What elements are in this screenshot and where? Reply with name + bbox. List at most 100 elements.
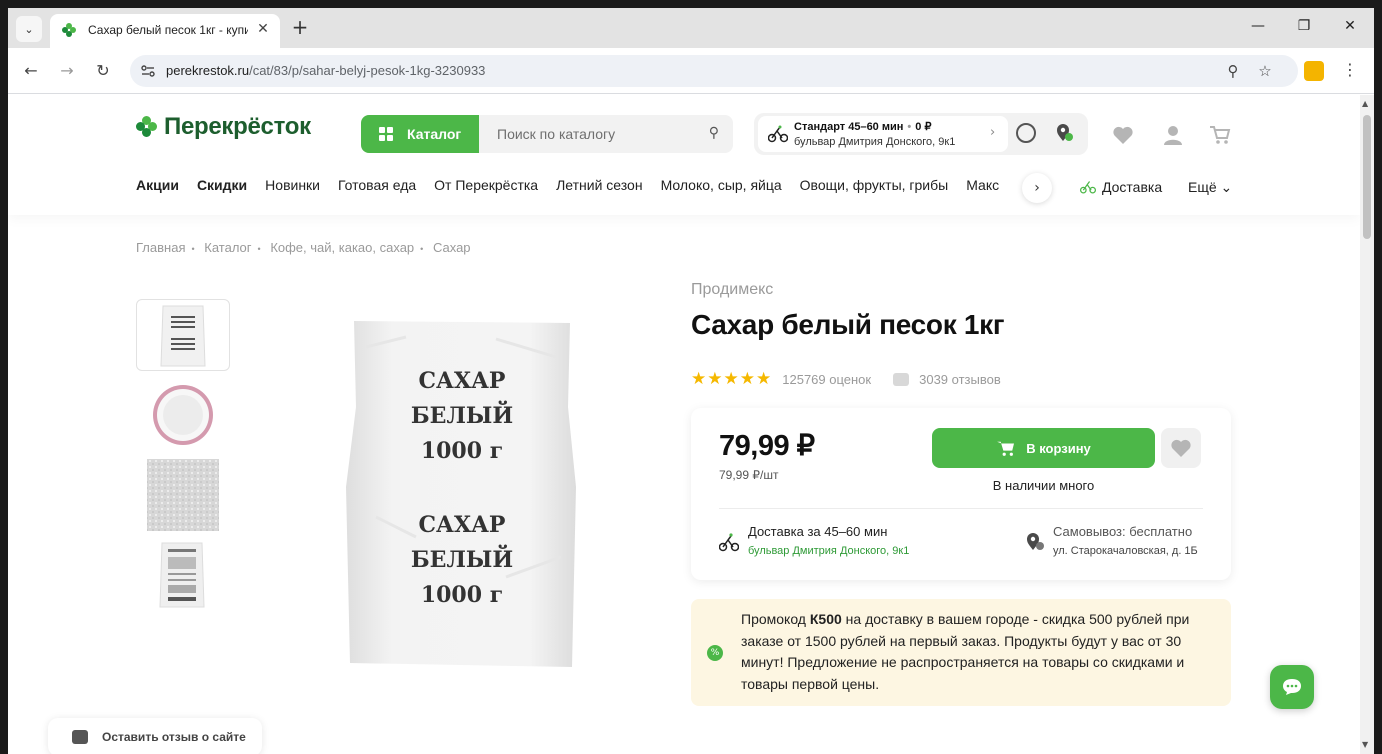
feedback-label: Оставить отзыв о сайте	[102, 730, 246, 744]
site-info-icon[interactable]	[140, 63, 156, 79]
category-nav: Акции Скидки Новинки Готовая еда От Пере…	[136, 177, 1028, 201]
add-to-cart-button[interactable]: В корзину	[932, 428, 1155, 468]
heart-icon	[1171, 439, 1191, 457]
delivery-selector[interactable]: Стандарт 45–60 мин • 0 ₽ бульвар Дмитрия Д…	[754, 113, 1088, 155]
bookmark-star-icon[interactable]: ☆	[1256, 62, 1274, 80]
star-icon: ★	[723, 369, 739, 388]
pickup-location-icon[interactable]	[1054, 123, 1074, 143]
thumbnail-package-back[interactable]	[136, 539, 230, 611]
add-to-favorites-button[interactable]	[1161, 428, 1201, 468]
minimize-button[interactable]: —	[1248, 18, 1268, 34]
courier-bike-icon	[719, 533, 739, 552]
courier-bike-icon	[768, 125, 788, 143]
forward-icon[interactable]: →	[56, 60, 78, 82]
product-rating: ★ ★ ★ ★ ★ 125769 оценок 3039 отзывов	[691, 369, 1001, 389]
nav-item-promo[interactable]: Акции	[136, 177, 179, 201]
search-icon[interactable]: ⚲	[709, 125, 719, 141]
page-scrollbar[interactable]: ▲ ▼	[1360, 95, 1374, 754]
pickup-icon	[1027, 533, 1044, 550]
product-price: 79,99 ₽	[719, 430, 815, 462]
logo-text: Перекрёсток	[164, 113, 311, 140]
cart-icon[interactable]	[1209, 125, 1231, 145]
delivery-bike-icon	[1080, 181, 1096, 194]
nav-item-vegetables[interactable]: Овощи, фрукты, грибы	[800, 177, 949, 201]
nav-item-summer[interactable]: Летний сезон	[556, 177, 642, 201]
stock-status: В наличии много	[992, 478, 1095, 493]
tab-strip: ⌄ Сахар белый песок 1кг - купит ✕ + — ❐ …	[8, 8, 1374, 48]
bag-text-line: БЕЛЫЙ	[411, 544, 513, 573]
ratings-count[interactable]: 125769 оценок	[782, 372, 871, 387]
cart-button-label: В корзину	[1026, 440, 1091, 456]
pickup-option[interactable]: Самовывоз: бесплатно ул. Старокачаловска…	[1053, 524, 1198, 557]
nav-item-discounts[interactable]: Скидки	[197, 177, 247, 201]
scroll-down-icon[interactable]: ▼	[1362, 740, 1368, 749]
search-input[interactable]	[479, 115, 699, 153]
breadcrumb: Главная • Каталог • Кофе, чай, какао, саха…	[136, 240, 471, 255]
reviews-count[interactable]: 3039 отзывов	[919, 372, 1001, 387]
site-header: Перекрёсток Каталог ⚲ Стандарт 45–60 мин…	[8, 95, 1360, 215]
browser-window: ⌄ Сахар белый песок 1кг - купит ✕ + — ❐ …	[8, 8, 1374, 754]
delivery-option-title: Доставка за 45–60 мин	[748, 524, 888, 539]
nav-item-new[interactable]: Новинки	[265, 177, 320, 201]
breadcrumb-item[interactable]: Главная	[136, 240, 185, 255]
nav-more-label: Ещё	[1188, 179, 1217, 195]
restore-button[interactable]: ❐	[1294, 18, 1314, 34]
zoom-icon[interactable]: ⚲	[1224, 62, 1242, 80]
catalog-label: Каталог	[407, 126, 462, 142]
browser-tab[interactable]: Сахар белый песок 1кг - купит ✕	[50, 14, 280, 48]
product-image[interactable]: САХАР БЕЛЫЙ 1000 г САХАР БЕЛЫЙ 1000 г	[346, 317, 578, 669]
star-icon: ★	[756, 369, 772, 388]
nav-item-ready-food[interactable]: Готовая еда	[338, 177, 416, 201]
nav-item-dairy[interactable]: Молоко, сыр, яйца	[661, 177, 782, 201]
thumbnail-bowl[interactable]	[136, 379, 230, 451]
scrollbar-thumb[interactable]	[1363, 115, 1371, 239]
tab-close-icon[interactable]: ✕	[254, 20, 272, 38]
product-thumbnails	[136, 299, 230, 619]
catalog-button[interactable]: Каталог	[361, 115, 479, 153]
scroll-up-icon[interactable]: ▲	[1362, 99, 1368, 108]
breadcrumb-item[interactable]: Сахар	[433, 240, 471, 255]
chat-icon	[1283, 679, 1301, 695]
tab-search-button[interactable]: ⌄	[16, 16, 42, 42]
search-box: ⚲	[479, 115, 733, 153]
window-close-button[interactable]: ✕	[1340, 18, 1360, 34]
chevron-down-icon: ⌄	[1220, 179, 1233, 195]
profile-icon[interactable]	[1162, 125, 1184, 145]
bag-text-line: САХАР	[419, 512, 506, 538]
browser-toolbar: ← → ↻ perekrestok.ru/cat/83/p/sahar-bely…	[8, 48, 1374, 94]
nav-item-own-brand[interactable]: От Перекрёстка	[434, 177, 538, 201]
site-logo[interactable]: Перекрёсток	[136, 113, 311, 141]
logo-clover-icon	[136, 116, 158, 138]
breadcrumb-item[interactable]: Кофе, чай, какао, сахар	[270, 240, 414, 255]
bag-text-line: 1000 г	[421, 582, 503, 608]
thumbnail-sugar-closeup[interactable]	[136, 459, 230, 531]
chat-button[interactable]	[1270, 665, 1314, 709]
divider	[719, 508, 1203, 509]
nav-scroll-right-button[interactable]: ›	[1022, 173, 1052, 203]
new-tab-button[interactable]: +	[290, 16, 310, 38]
extension-icon[interactable]	[1304, 61, 1324, 81]
address-bar[interactable]: perekrestok.ru/cat/83/p/sahar-belyj-peso…	[130, 55, 1298, 87]
thumbnail-package[interactable]	[136, 299, 230, 371]
star-icon: ★	[691, 369, 707, 388]
product-brand[interactable]: Продимекс	[691, 281, 773, 299]
delivery-option[interactable]: Доставка за 45–60 мин бульвар Дмитрия До…	[748, 524, 909, 557]
nav-delivery-link[interactable]: Доставка	[1080, 179, 1162, 195]
delivery-type: Стандарт 45–60 мин • 0 ₽	[794, 121, 932, 133]
feedback-icon	[72, 730, 88, 744]
delivery-option-address[interactable]: бульвар Дмитрия Донского, 9к1	[748, 545, 909, 557]
delivery-address: бульвар Дмитрия Донского, 9к1	[794, 136, 956, 148]
site-feedback-button[interactable]: Оставить отзыв о сайте	[48, 718, 262, 754]
breadcrumb-item[interactable]: Каталог	[204, 240, 251, 255]
browser-menu-icon[interactable]: ⋮	[1342, 60, 1358, 79]
nav-item-truncated[interactable]: Макс	[966, 177, 999, 201]
reload-icon[interactable]: ↻	[92, 60, 114, 82]
bag-text-line: БЕЛЫЙ	[411, 400, 513, 429]
favorites-heart-icon[interactable]	[1112, 125, 1134, 145]
express-delivery-icon[interactable]	[1016, 123, 1036, 143]
delivery-info[interactable]: Стандарт 45–60 мин • 0 ₽ бульвар Дмитрия Д…	[758, 116, 1008, 152]
nav-delivery-label: Доставка	[1102, 179, 1163, 195]
back-icon[interactable]: ←	[20, 60, 42, 82]
star-icon: ★	[707, 369, 723, 388]
nav-more-dropdown[interactable]: Ещё ⌄	[1188, 179, 1232, 196]
